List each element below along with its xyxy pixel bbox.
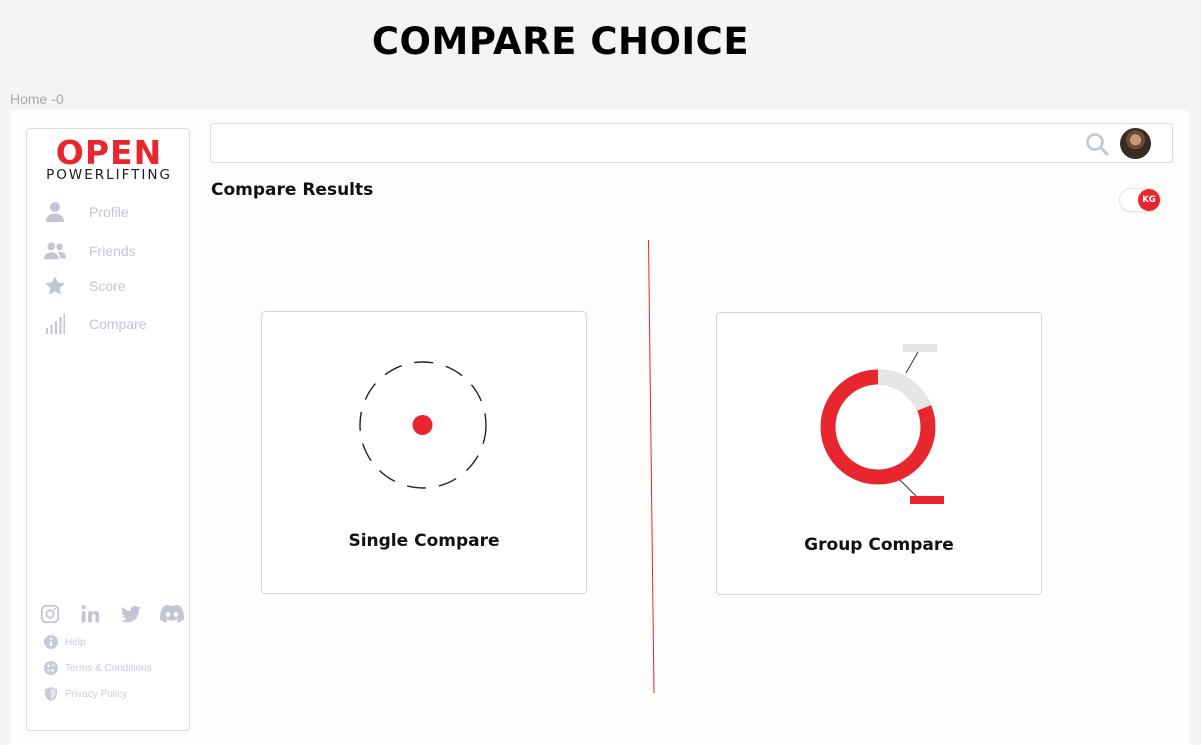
sidebar-item-label: Compare <box>89 316 147 332</box>
target-icon <box>357 359 489 496</box>
unit-toggle-knob: KG <box>1138 189 1160 211</box>
donut-icon <box>811 339 951 514</box>
footer-link-label: Privacy Policy <box>65 688 128 700</box>
info-icon <box>43 634 59 650</box>
frame-label: Home -0 <box>10 91 64 107</box>
sidebar-item-label: Profile <box>89 204 129 220</box>
search-bar[interactable] <box>210 123 1173 163</box>
sidebar-item-compare[interactable]: Compare <box>43 311 147 337</box>
sidebar-item-label: Score <box>89 278 126 294</box>
sidebar-item-friends[interactable]: Friends <box>43 238 136 264</box>
group-compare-label: Group Compare <box>804 535 954 555</box>
linkedin-icon[interactable] <box>79 603 103 627</box>
user-icon <box>43 200 67 224</box>
single-compare-card[interactable]: Single Compare <box>261 311 587 594</box>
social-links <box>39 603 184 627</box>
unit-toggle[interactable]: KG <box>1120 189 1160 211</box>
group-compare-card[interactable]: Group Compare <box>716 312 1042 595</box>
twitter-icon[interactable] <box>120 603 144 627</box>
instagram-icon[interactable] <box>39 603 63 627</box>
sidebar-item-label: Friends <box>89 243 136 259</box>
avatar[interactable] <box>1120 128 1151 159</box>
footer-link-label: Terms & Conditions <box>65 662 152 674</box>
page-title: COMPARE CHOICE <box>371 20 750 63</box>
privacy-link[interactable]: Privacy Policy <box>43 686 127 702</box>
single-compare-label: Single Compare <box>348 531 500 551</box>
footer-link-label: Help <box>65 636 86 648</box>
users-icon <box>43 239 67 263</box>
help-link[interactable]: Help <box>43 634 86 650</box>
discord-icon[interactable] <box>159 603 184 627</box>
section-title: Compare Results <box>211 180 374 200</box>
sidebar: OPEN POWERLIFTING Profile Friends Score … <box>26 128 190 731</box>
sidebar-item-score[interactable]: Score <box>43 273 126 299</box>
sidebar-item-profile[interactable]: Profile <box>43 199 129 225</box>
terms-link[interactable]: Terms & Conditions <box>43 660 152 676</box>
logo-subtitle: POWERLIFTING <box>46 167 172 183</box>
cookie-icon <box>43 660 59 676</box>
star-icon <box>43 274 67 298</box>
search-icon[interactable] <box>1085 132 1109 156</box>
shield-icon <box>43 686 59 702</box>
bar-chart-icon <box>43 312 67 336</box>
app-frame: OPEN POWERLIFTING Profile Friends Score … <box>10 110 1189 745</box>
